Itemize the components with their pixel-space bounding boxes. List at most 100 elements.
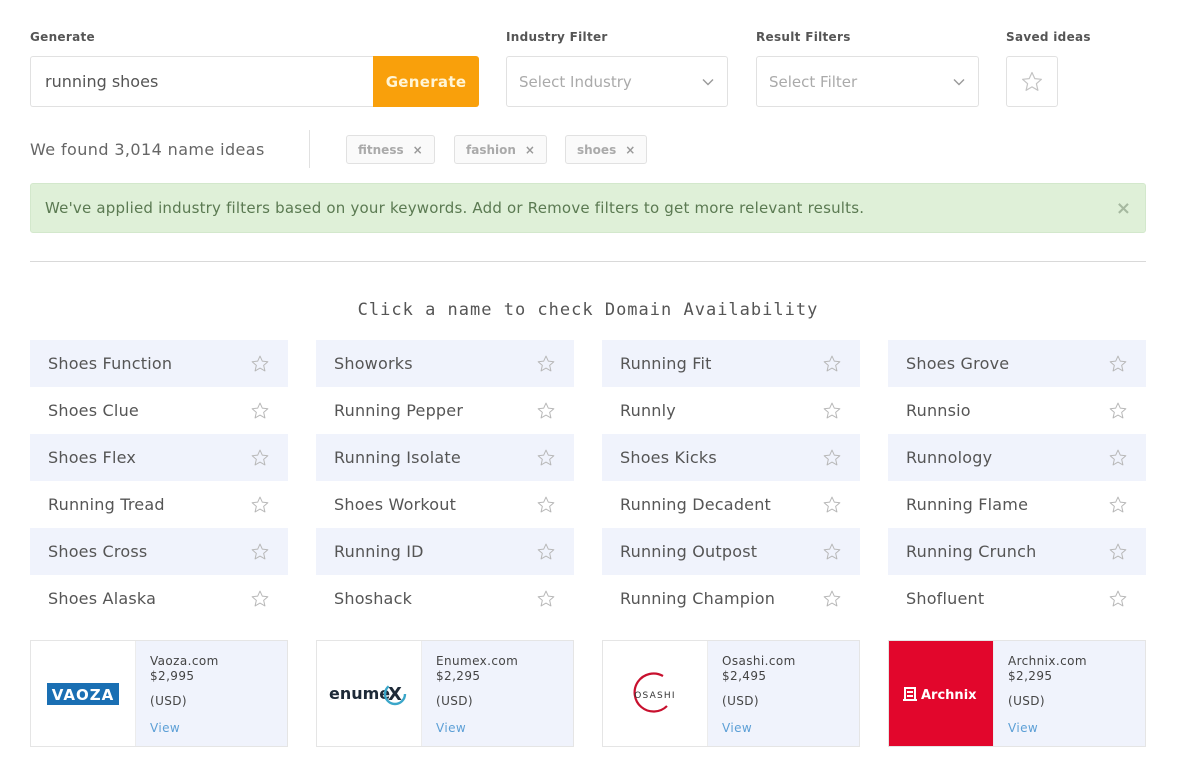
- star-outline-icon[interactable]: [250, 495, 270, 515]
- star-outline-icon[interactable]: [536, 542, 556, 562]
- view-domain-link[interactable]: View: [436, 721, 518, 736]
- divider: [309, 130, 310, 168]
- name-idea[interactable]: Shoes Workout: [316, 481, 574, 528]
- star-outline-icon[interactable]: [1108, 542, 1128, 562]
- star-outline-icon[interactable]: [822, 401, 842, 421]
- premium-domain-card[interactable]: Archnix Archnix.com $2,295 (USD) View: [888, 640, 1146, 747]
- result-filters-label: Result Filters: [756, 30, 851, 44]
- alert-message: We've applied industry filters based on …: [45, 199, 865, 217]
- star-outline-icon[interactable]: [1108, 401, 1128, 421]
- section-hint: Click a name to check Domain Availabilit…: [357, 300, 819, 320]
- name-idea[interactable]: Running Isolate: [316, 434, 574, 481]
- premium-domains: VAOZA Vaoza.com $2,995 (USD) View enume X…: [30, 640, 1146, 747]
- star-outline-icon[interactable]: [1108, 448, 1128, 468]
- domain-info: Vaoza.com $2,995 (USD) View: [136, 641, 233, 746]
- chip-label: shoes: [577, 142, 617, 157]
- name-idea-label: Shoes Flex: [48, 448, 137, 467]
- domain-info: Enumex.com $2,295 (USD) View: [422, 641, 532, 746]
- star-outline-icon: [1022, 71, 1042, 91]
- star-outline-icon[interactable]: [536, 589, 556, 609]
- name-idea[interactable]: Running Decadent: [602, 481, 860, 528]
- star-outline-icon[interactable]: [536, 354, 556, 374]
- name-idea-label: Runnly: [620, 401, 676, 420]
- name-idea[interactable]: Running Pepper: [316, 387, 574, 434]
- premium-domain-card[interactable]: enume X Enumex.com $2,295 (USD) View: [316, 640, 574, 747]
- star-outline-icon[interactable]: [822, 495, 842, 515]
- results-count: We found 3,014 name ideas: [30, 140, 265, 159]
- domain-currency: (USD): [150, 694, 188, 708]
- name-idea[interactable]: Running Crunch: [888, 528, 1146, 575]
- premium-domain-card[interactable]: OSASHI Osashi.com $2,495 (USD) View: [602, 640, 860, 747]
- name-idea[interactable]: Shoes Cross: [30, 528, 288, 575]
- premium-domain-card[interactable]: VAOZA Vaoza.com $2,995 (USD) View: [30, 640, 288, 747]
- star-outline-icon[interactable]: [1108, 495, 1128, 515]
- result-filter-select[interactable]: Select Filter: [756, 56, 979, 107]
- name-idea[interactable]: Runnology: [888, 434, 1146, 481]
- generate-button[interactable]: Generate: [373, 56, 479, 107]
- view-domain-link[interactable]: View: [1008, 721, 1087, 736]
- view-domain-link[interactable]: View: [150, 721, 219, 736]
- domain-info: Archnix.com $2,295 (USD) View: [994, 641, 1101, 746]
- star-outline-icon[interactable]: [250, 354, 270, 374]
- star-outline-icon[interactable]: [1108, 589, 1128, 609]
- star-outline-icon[interactable]: [1108, 354, 1128, 374]
- star-outline-icon[interactable]: [822, 589, 842, 609]
- name-idea-label: Running Crunch: [906, 542, 1037, 561]
- star-outline-icon[interactable]: [822, 354, 842, 374]
- filter-chip[interactable]: fashion ×: [454, 135, 547, 164]
- name-idea[interactable]: Running Tread: [30, 481, 288, 528]
- chip-label: fitness: [358, 142, 404, 157]
- saved-ideas-button[interactable]: [1006, 56, 1058, 107]
- remove-chip-icon[interactable]: ×: [625, 143, 635, 157]
- close-icon[interactable]: ×: [1116, 198, 1131, 219]
- name-idea[interactable]: Shoes Function: [30, 340, 288, 387]
- star-outline-icon[interactable]: [250, 401, 270, 421]
- vaoza-logo: VAOZA: [47, 682, 119, 705]
- name-idea[interactable]: Runnly: [602, 387, 860, 434]
- svg-text:VAOZA: VAOZA: [52, 686, 114, 704]
- remove-chip-icon[interactable]: ×: [413, 143, 423, 157]
- name-idea[interactable]: Shofluent: [888, 575, 1146, 622]
- name-idea[interactable]: Shoes Flex: [30, 434, 288, 481]
- name-idea[interactable]: Shoes Kicks: [602, 434, 860, 481]
- domain-currency: (USD): [436, 694, 474, 708]
- domain-currency: (USD): [722, 694, 760, 708]
- keyword-input[interactable]: [30, 56, 373, 107]
- name-idea[interactable]: Showorks: [316, 340, 574, 387]
- name-idea[interactable]: Running Champion: [602, 575, 860, 622]
- name-idea-label: Running Flame: [906, 495, 1029, 514]
- star-outline-icon[interactable]: [250, 448, 270, 468]
- domain-price: $2,295: [1008, 669, 1053, 683]
- remove-chip-icon[interactable]: ×: [525, 143, 535, 157]
- star-outline-icon[interactable]: [536, 401, 556, 421]
- name-idea[interactable]: Shoes Grove: [888, 340, 1146, 387]
- star-outline-icon[interactable]: [822, 448, 842, 468]
- star-outline-icon[interactable]: [536, 495, 556, 515]
- svg-text:Archnix: Archnix: [921, 688, 977, 703]
- name-idea[interactable]: Running Fit: [602, 340, 860, 387]
- name-idea-label: Running Tread: [48, 495, 165, 514]
- name-idea[interactable]: Shoshack: [316, 575, 574, 622]
- name-idea-label: Shoes Kicks: [620, 448, 717, 467]
- name-idea[interactable]: Shoes Alaska: [30, 575, 288, 622]
- name-idea[interactable]: Running ID: [316, 528, 574, 575]
- name-idea[interactable]: Shoes Clue: [30, 387, 288, 434]
- name-idea[interactable]: Running Flame: [888, 481, 1146, 528]
- filter-chip[interactable]: shoes ×: [565, 135, 648, 164]
- domain-name: Osashi.com: [722, 654, 796, 668]
- name-idea[interactable]: Runnsio: [888, 387, 1146, 434]
- name-idea-label: Runnsio: [906, 401, 971, 420]
- name-idea-label: Running Champion: [620, 589, 776, 608]
- industry-select[interactable]: Select Industry: [506, 56, 728, 107]
- name-idea-label: Shoes Function: [48, 354, 173, 373]
- name-idea[interactable]: Running Outpost: [602, 528, 860, 575]
- star-outline-icon[interactable]: [536, 448, 556, 468]
- star-outline-icon[interactable]: [250, 542, 270, 562]
- domain-logo: Archnix: [889, 641, 994, 746]
- filter-chip[interactable]: fitness ×: [346, 135, 435, 164]
- star-outline-icon[interactable]: [250, 589, 270, 609]
- star-outline-icon[interactable]: [822, 542, 842, 562]
- view-domain-link[interactable]: View: [722, 721, 796, 736]
- archnix-logo: Archnix: [903, 686, 977, 703]
- name-ideas-grid: Shoes Function Showorks Running Fit Shoes G…: [30, 340, 1146, 622]
